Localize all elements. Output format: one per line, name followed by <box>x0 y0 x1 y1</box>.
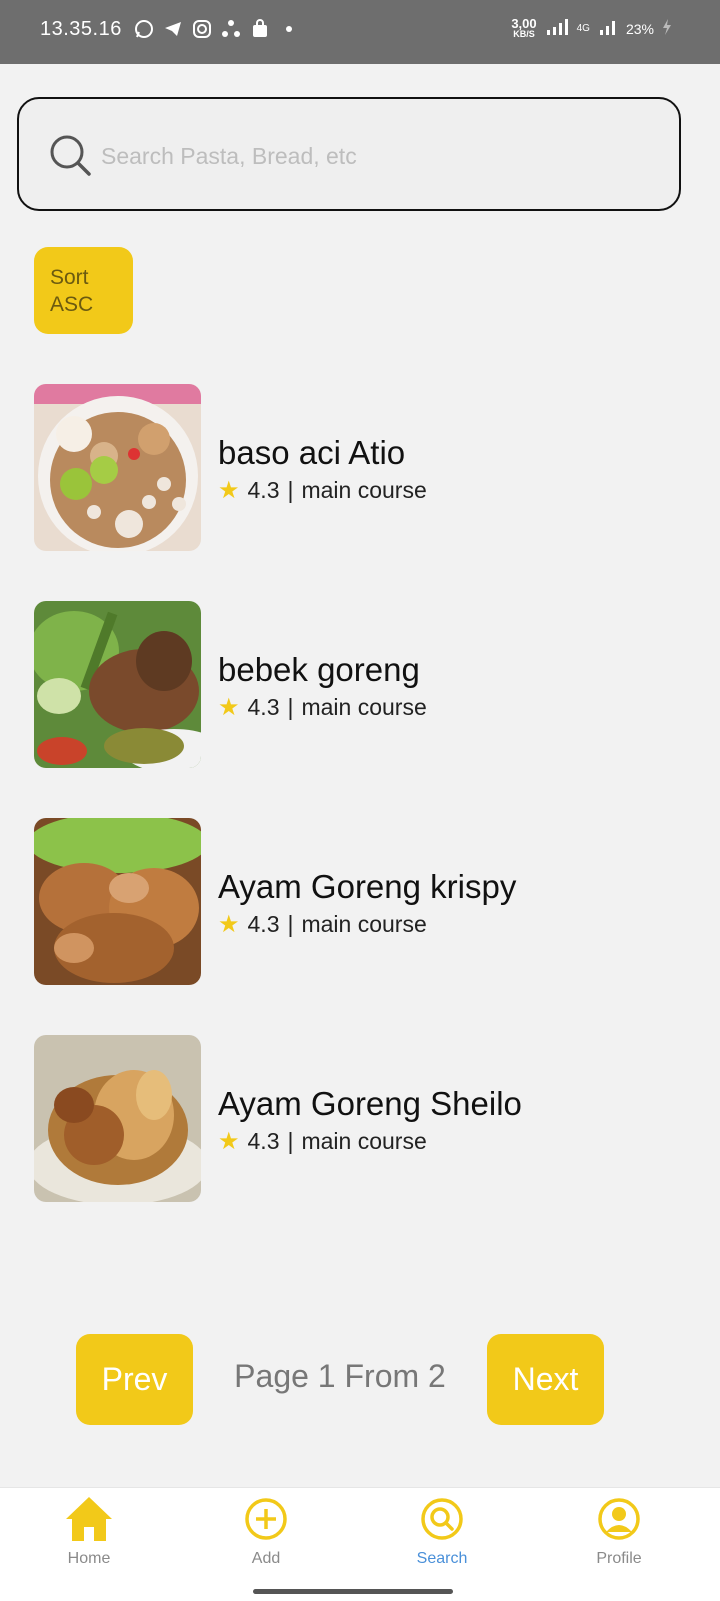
recipe-thumbnail <box>34 384 201 551</box>
star-icon: ★ <box>218 1128 240 1155</box>
recipe-meta: ★ 4.3 | main course <box>218 693 427 722</box>
recipe-meta: ★ 4.3 | main course <box>218 910 427 939</box>
recipe-category: main course <box>301 694 427 720</box>
recipe-name: Ayam Goreng krispy <box>218 868 517 905</box>
page-indicator: Page 1 From 2 <box>234 1358 446 1394</box>
whatsapp-icon <box>134 19 154 39</box>
nav-label-home: Home <box>67 1550 111 1567</box>
star-icon: ★ <box>218 694 240 721</box>
home-icon <box>29 1494 149 1544</box>
nav-label-profile: Profile <box>596 1550 642 1567</box>
meta-separator: | <box>287 694 294 720</box>
battery-percent: 23% <box>625 20 654 37</box>
recipe-item[interactable]: bebek goreng ★ 4.3 | main course <box>34 601 654 768</box>
home-indicator[interactable] <box>253 1589 453 1594</box>
nav-label-add: Add <box>251 1550 281 1567</box>
system-status: 3,00 KB/S 4G 23% <box>511 15 672 39</box>
recipe-rating: 4.3 <box>247 694 280 720</box>
signal-icon <box>545 18 569 39</box>
nav-item-profile[interactable]: Profile <box>559 1494 679 1568</box>
nav-item-search[interactable]: Search <box>382 1494 502 1568</box>
recipe-rating: 4.3 <box>247 477 280 503</box>
recipe-meta: ★ 4.3 | main course <box>218 1127 427 1156</box>
signal-4g-icon <box>598 18 618 39</box>
recipe-category: main course <box>301 1128 427 1154</box>
meta-separator: | <box>287 477 294 503</box>
recipe-meta: ★ 4.3 | main course <box>218 476 427 505</box>
telegram-icon <box>163 19 183 39</box>
search-icon <box>49 134 93 183</box>
notification-icons <box>134 19 299 39</box>
recipe-thumbnail <box>34 1035 201 1202</box>
recipe-rating: 4.3 <box>247 911 280 937</box>
prev-button[interactable]: Prev <box>76 1334 193 1425</box>
recipe-name: Ayam Goreng Sheilo <box>218 1085 522 1122</box>
nav-item-home[interactable]: Home <box>29 1494 149 1568</box>
instagram-icon <box>192 19 212 39</box>
sort-asc-button[interactable]: Sort ASC <box>34 247 133 334</box>
recipe-thumbnail <box>34 601 201 768</box>
status-bar: 13.35.16 3,00 KB/S 4G 23% <box>0 0 720 64</box>
nav-label-search: Search <box>416 1550 468 1567</box>
recipe-item[interactable]: baso aci Atio ★ 4.3 | main course <box>34 384 654 551</box>
star-icon: ★ <box>218 911 240 938</box>
profile-icon <box>559 1494 679 1544</box>
dot-icon <box>279 19 299 39</box>
status-time: 13.35.16 <box>40 18 122 40</box>
net-speed-unit: KB/S <box>513 28 535 39</box>
recipe-thumbnail <box>34 818 201 985</box>
net-speed-value: 3,00 <box>511 15 537 31</box>
recipe-item[interactable]: Ayam Goreng krispy ★ 4.3 | main course <box>34 818 654 985</box>
add-icon <box>206 1494 326 1544</box>
next-button[interactable]: Next <box>487 1334 604 1425</box>
recipe-rating: 4.3 <box>247 1128 280 1154</box>
bottom-nav: Home Add Search Profile <box>0 1487 720 1601</box>
search-icon <box>382 1494 502 1544</box>
star-icon: ★ <box>218 477 240 504</box>
recipe-category: main course <box>301 911 427 937</box>
network-type: 4G <box>576 23 590 34</box>
shopping-bag-icon <box>250 19 270 39</box>
recipe-name: baso aci Atio <box>218 434 406 471</box>
sync-icon <box>221 19 241 39</box>
recipe-category: main course <box>301 477 427 503</box>
search-bar[interactable] <box>17 97 681 211</box>
search-input[interactable] <box>99 135 643 177</box>
recipe-item[interactable]: Ayam Goreng Sheilo ★ 4.3 | main course <box>34 1035 654 1202</box>
meta-separator: | <box>287 911 294 937</box>
nav-item-add[interactable]: Add <box>206 1494 326 1568</box>
recipe-name: bebek goreng <box>218 651 420 688</box>
charging-icon <box>662 18 672 39</box>
meta-separator: | <box>287 1128 294 1154</box>
net-speed: 3,00 KB/S <box>511 15 537 39</box>
